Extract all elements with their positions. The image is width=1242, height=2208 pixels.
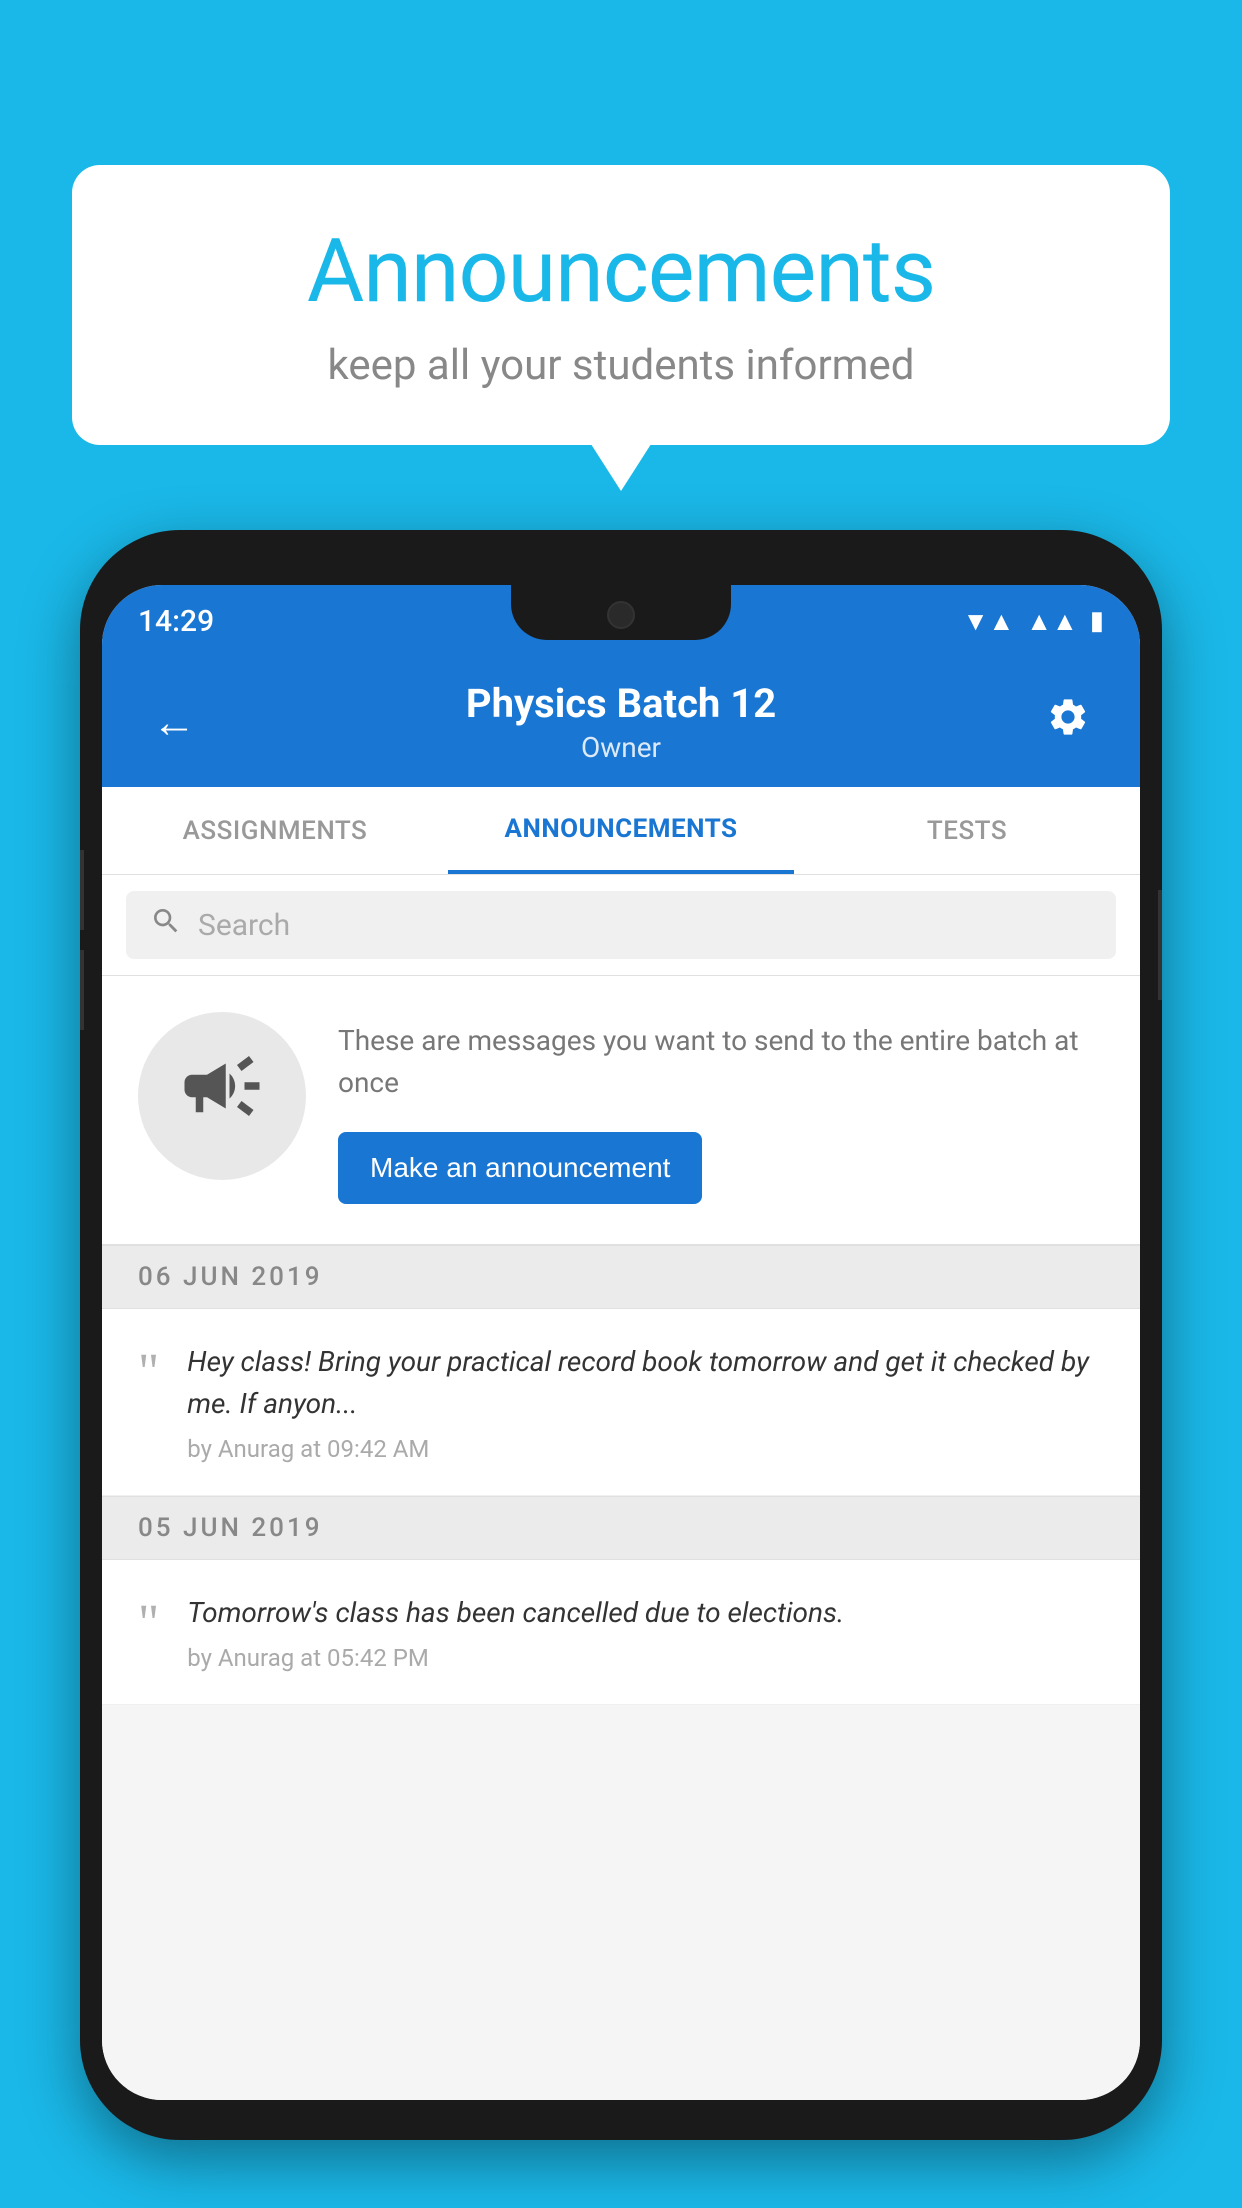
search-bar[interactable]: Search: [126, 891, 1116, 959]
phone-screen: Search These are messages you want to se…: [102, 875, 1140, 2100]
header-title: Physics Batch 12: [466, 680, 776, 727]
megaphone-icon: [177, 1041, 267, 1151]
speech-bubble-subtitle: keep all your students informed: [132, 341, 1110, 390]
announcement-meta-1: by Anurag at 09:42 AM: [187, 1435, 1104, 1463]
search-icon: [150, 905, 182, 945]
speech-bubble: Announcements keep all your students inf…: [72, 165, 1170, 445]
phone-frame: 14:29 ▼▲ ▲▲ ▮ ← Physics Batch 12 Owner: [80, 530, 1162, 2140]
make-announcement-button[interactable]: Make an announcement: [338, 1132, 702, 1204]
front-camera: [607, 601, 635, 629]
battery-icon: ▮: [1090, 606, 1104, 636]
app-header: ← Physics Batch 12 Owner: [102, 657, 1140, 787]
phone-container: 14:29 ▼▲ ▲▲ ▮ ← Physics Batch 12 Owner: [80, 530, 1162, 2208]
promo-description: These are messages you want to send to t…: [338, 1020, 1104, 1104]
volume-up-button: [80, 850, 84, 930]
status-icons: ▼▲ ▲▲ ▮: [963, 606, 1104, 637]
announcement-content-1: Hey class! Bring your practical record b…: [187, 1341, 1104, 1463]
signal-icon: ▲▲: [1026, 606, 1077, 637]
tab-tests[interactable]: TESTS: [794, 787, 1140, 874]
status-time: 14:29: [138, 604, 214, 639]
tab-assignments[interactable]: ASSIGNMENTS: [102, 787, 448, 874]
announcement-content-2: Tomorrow's class has been cancelled due …: [187, 1592, 1104, 1672]
search-container: Search: [102, 875, 1140, 976]
date-separator-1: 06 JUN 2019: [102, 1245, 1140, 1309]
screen-bezel: 14:29 ▼▲ ▲▲ ▮ ← Physics Batch 12 Owner: [102, 585, 1140, 2100]
quote-icon-2: ": [138, 1592, 159, 1650]
announcement-item-1[interactable]: " Hey class! Bring your practical record…: [102, 1309, 1140, 1496]
tab-bar: ASSIGNMENTS ANNOUNCEMENTS TESTS: [102, 787, 1140, 875]
search-placeholder: Search: [198, 908, 290, 943]
quote-icon-1: ": [138, 1341, 159, 1399]
gear-icon: [1046, 695, 1090, 739]
promo-content: These are messages you want to send to t…: [338, 1012, 1104, 1204]
header-subtitle: Owner: [466, 731, 776, 764]
announcement-meta-2: by Anurag at 05:42 PM: [187, 1644, 1104, 1672]
promo-card: These are messages you want to send to t…: [102, 976, 1140, 1245]
settings-button[interactable]: [1036, 685, 1100, 760]
tab-announcements[interactable]: ANNOUNCEMENTS: [448, 787, 794, 874]
speech-bubble-container: Announcements keep all your students inf…: [72, 165, 1170, 445]
announcement-item-2[interactable]: " Tomorrow's class has been cancelled du…: [102, 1560, 1140, 1705]
date-separator-2: 05 JUN 2019: [102, 1496, 1140, 1560]
power-button: [1158, 890, 1162, 1000]
volume-down-button: [80, 950, 84, 1030]
announcement-text-1: Hey class! Bring your practical record b…: [187, 1341, 1104, 1425]
announcement-text-2: Tomorrow's class has been cancelled due …: [187, 1592, 1104, 1634]
back-button[interactable]: ←: [142, 686, 206, 758]
header-title-block: Physics Batch 12 Owner: [466, 680, 776, 764]
promo-icon-circle: [138, 1012, 306, 1180]
wifi-icon: ▼▲: [963, 606, 1014, 637]
speech-bubble-title: Announcements: [132, 220, 1110, 323]
phone-notch: [511, 585, 731, 640]
